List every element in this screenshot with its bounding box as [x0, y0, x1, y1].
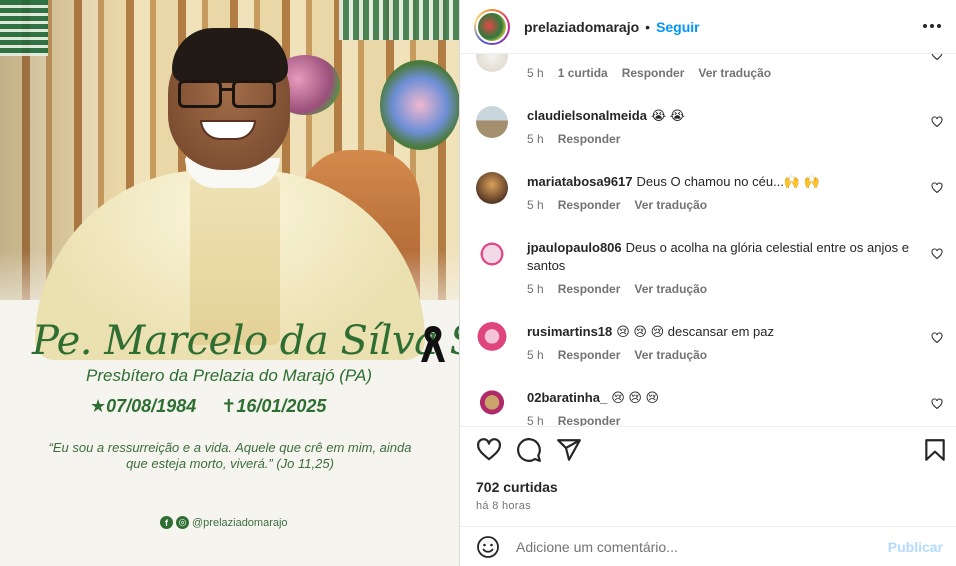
decorative-border [0, 0, 48, 56]
post-header: prelaziadomarajo • Seguir [460, 0, 956, 54]
comment-meta: 5 h Responder [527, 414, 621, 426]
see-translation-button[interactable]: Ver tradução [634, 282, 707, 296]
heart-icon[interactable] [931, 248, 943, 260]
avatar[interactable] [476, 54, 508, 72]
image-social-handle: f ◎ @prelaziadomarajo [160, 516, 288, 529]
comment-text [527, 54, 919, 62]
heart-icon[interactable] [931, 116, 943, 128]
reply-button[interactable]: Responder [558, 348, 621, 362]
comment-text: jpaulopaulo806 Deus o acolha na glória ce… [527, 240, 909, 273]
header-username[interactable]: prelaziadomarajo [524, 19, 639, 35]
like-heart-icon[interactable] [476, 437, 502, 463]
comment-bubble-icon[interactable] [516, 437, 542, 463]
publish-button[interactable]: Publicar [888, 539, 943, 555]
image-priest-name: Pe. Marcelo da Sílva Souza [32, 318, 459, 364]
heart-icon[interactable] [931, 54, 943, 61]
decorative-border [339, 0, 459, 40]
comment-text: mariatabosa9617 Deus O chamou no céu...🙌 … [527, 174, 820, 189]
comment-meta: 5 h Responder Ver tradução [527, 348, 708, 362]
image-dates: ★07/08/1984 ✝16/01/2025 [90, 396, 346, 417]
emoji-icon[interactable] [476, 535, 500, 559]
reply-button[interactable]: Responder [558, 282, 621, 296]
comment-username[interactable]: rusimartins18 [527, 324, 612, 339]
separator-dot: • [645, 18, 651, 35]
reply-button[interactable]: Responder [558, 132, 621, 146]
see-translation-button[interactable]: Ver tradução [698, 66, 771, 80]
heart-icon[interactable] [931, 182, 943, 194]
see-translation-button[interactable]: Ver tradução [634, 198, 707, 212]
avatar[interactable] [476, 238, 508, 270]
instagram-icon: ◎ [176, 516, 189, 529]
image-role: Presbítero da Prelazia do Marajó (PA) [86, 366, 372, 385]
facebook-icon: f [160, 516, 173, 529]
follow-button[interactable]: Seguir [656, 19, 700, 35]
bookmark-icon[interactable] [922, 437, 948, 463]
comment-text: claudielsonalmeida 😭 😭 [527, 108, 685, 123]
avatar[interactable] [474, 8, 510, 45]
reply-button[interactable]: Responder [558, 414, 621, 426]
comment-username[interactable]: jpaulopaulo806 [527, 240, 622, 255]
comments-list[interactable]: 5 h 1 curtida Responder Ver tradução cla… [460, 54, 956, 426]
heart-icon[interactable] [931, 332, 943, 344]
post-actions: 702 curtidas há 8 horas [460, 426, 956, 526]
reply-button[interactable]: Responder [622, 66, 685, 80]
comment-likes-link[interactable]: 1 curtida [558, 66, 608, 80]
comment-username[interactable]: mariatabosa9617 [527, 174, 633, 189]
comment-meta: 5 h 1 curtida Responder Ver tradução [527, 66, 772, 80]
see-translation-button[interactable]: Ver tradução [634, 348, 707, 362]
glasses [178, 80, 278, 110]
avatar[interactable] [476, 388, 508, 420]
likes-count[interactable]: 702 curtidas [476, 479, 558, 495]
comment-meta: 5 h Responder Ver tradução [527, 198, 708, 212]
avatar[interactable] [476, 106, 508, 138]
more-options-icon[interactable] [923, 16, 941, 36]
birth-date: ★07/08/1984 [90, 396, 197, 416]
share-send-icon[interactable] [556, 437, 582, 463]
mourning-ribbon-icon [421, 326, 445, 362]
comment-meta: 5 h Responder Ver tradução [527, 282, 708, 296]
comment-username[interactable]: claudielsonalmeida [527, 108, 647, 123]
comment-input[interactable] [516, 538, 876, 555]
reply-button[interactable]: Responder [558, 198, 621, 212]
post-image[interactable]: Pe. Marcelo da Sílva Souza Presbítero da… [0, 0, 459, 566]
heart-icon[interactable] [931, 398, 943, 410]
post-details-panel: prelaziadomarajo • Seguir 5 h 1 curtida … [459, 0, 956, 566]
avatar[interactable] [476, 172, 508, 204]
avatar[interactable] [476, 322, 508, 354]
image-quote: “Eu sou a ressurreição e a vida. Aquele … [48, 440, 412, 471]
post-timestamp[interactable]: há 8 horas [476, 500, 531, 512]
flower-arrangement [380, 60, 459, 150]
comment-text: rusimartins18 😢 😢 😢 descansar em paz [527, 324, 774, 339]
comment-text: 02baratinha_ 😢 😢 😢 [527, 390, 660, 405]
comment-username[interactable]: 02baratinha_ [527, 390, 607, 405]
death-date: ✝16/01/2025 [221, 396, 327, 416]
comment-meta: 5 h Responder [527, 132, 621, 146]
add-comment-bar: Publicar [460, 526, 956, 566]
